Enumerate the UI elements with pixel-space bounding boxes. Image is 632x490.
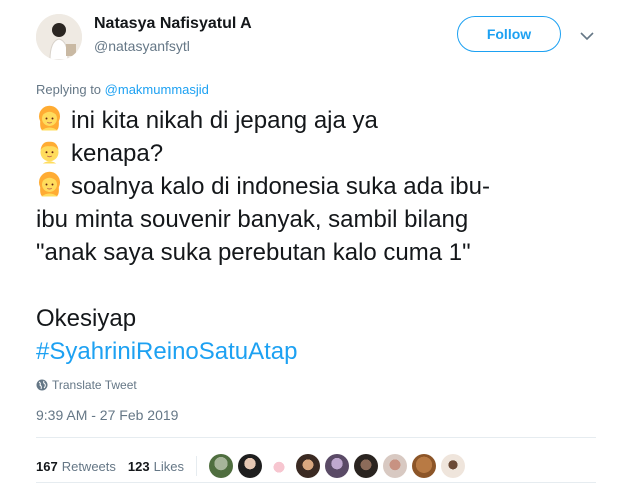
woman-emoji-icon (39, 171, 60, 197)
likes-label: Likes (153, 458, 184, 474)
replying-to: Replying to @makmummasjid (36, 82, 209, 97)
translate-tweet-link[interactable]: Translate Tweet (36, 378, 137, 392)
tweet-line-4: ibu minta souvenir banyak, sambil bilang (36, 206, 469, 233)
tweet-line: ini kita nikah di jepang aja ya (36, 104, 596, 137)
liker-avatar[interactable] (324, 454, 349, 478)
tweet-line-3: soalnya kalo di indonesia suka ada ibu- (71, 173, 490, 200)
liker-avatar[interactable] (353, 454, 378, 478)
translate-label[interactable]: Translate Tweet (52, 378, 137, 392)
tweet-stats: 167 Retweets 123 Likes (36, 454, 465, 478)
liker-avatar[interactable] (237, 454, 262, 478)
tweet-line-1: ini kita nikah di jepang aja ya (71, 107, 378, 134)
globe-icon (36, 379, 48, 391)
liker-avatar[interactable] (411, 454, 436, 478)
tweet-line-6: Okesiyap (36, 305, 137, 332)
tweet-line: kenapa? (36, 137, 596, 170)
liker-avatar[interactable] (382, 454, 407, 478)
likes-count: 123 (127, 458, 150, 474)
divider (36, 437, 596, 438)
author-handle[interactable]: @natasyanfsytl (94, 38, 190, 54)
divider (36, 482, 596, 483)
tweet-text: ini kita nikah di jepang aja ya kenapa? … (36, 104, 596, 368)
reply-mention-link[interactable]: @makmummasjid (105, 82, 209, 97)
stats-divider (195, 456, 197, 476)
retweets-stat[interactable]: 167 Retweets (36, 459, 116, 474)
liker-avatar[interactable] (266, 454, 291, 478)
chevron-down-icon[interactable] (580, 28, 594, 46)
liker-avatar[interactable] (208, 454, 233, 478)
retweets-count: 167 (36, 458, 58, 474)
hashtag-link[interactable]: #SyahriniReinoSatuAtap (36, 335, 596, 368)
tweet-line: soalnya kalo di indonesia suka ada ibu- (36, 170, 596, 203)
follow-button[interactable]: Follow (457, 16, 561, 52)
replying-to-label: Replying to (36, 82, 102, 97)
liker-avatars (208, 454, 465, 478)
tweet-line-5: "anak saya suka perebutan kalo cuma 1" (36, 239, 471, 266)
man-emoji-icon (40, 141, 59, 164)
liker-avatar[interactable] (440, 454, 465, 478)
woman-emoji-icon (39, 105, 60, 131)
retweets-label: Retweets (61, 458, 116, 474)
likes-stat[interactable]: 123 Likes (128, 459, 184, 474)
tweet-line-2: kenapa? (71, 140, 164, 167)
tweet-timestamp[interactable]: 9:39 AM - 27 Feb 2019 (36, 407, 178, 423)
author-avatar[interactable] (36, 14, 82, 60)
liker-avatar[interactable] (295, 454, 320, 478)
author-name[interactable]: Natasya Nafisyatul A (94, 15, 252, 33)
